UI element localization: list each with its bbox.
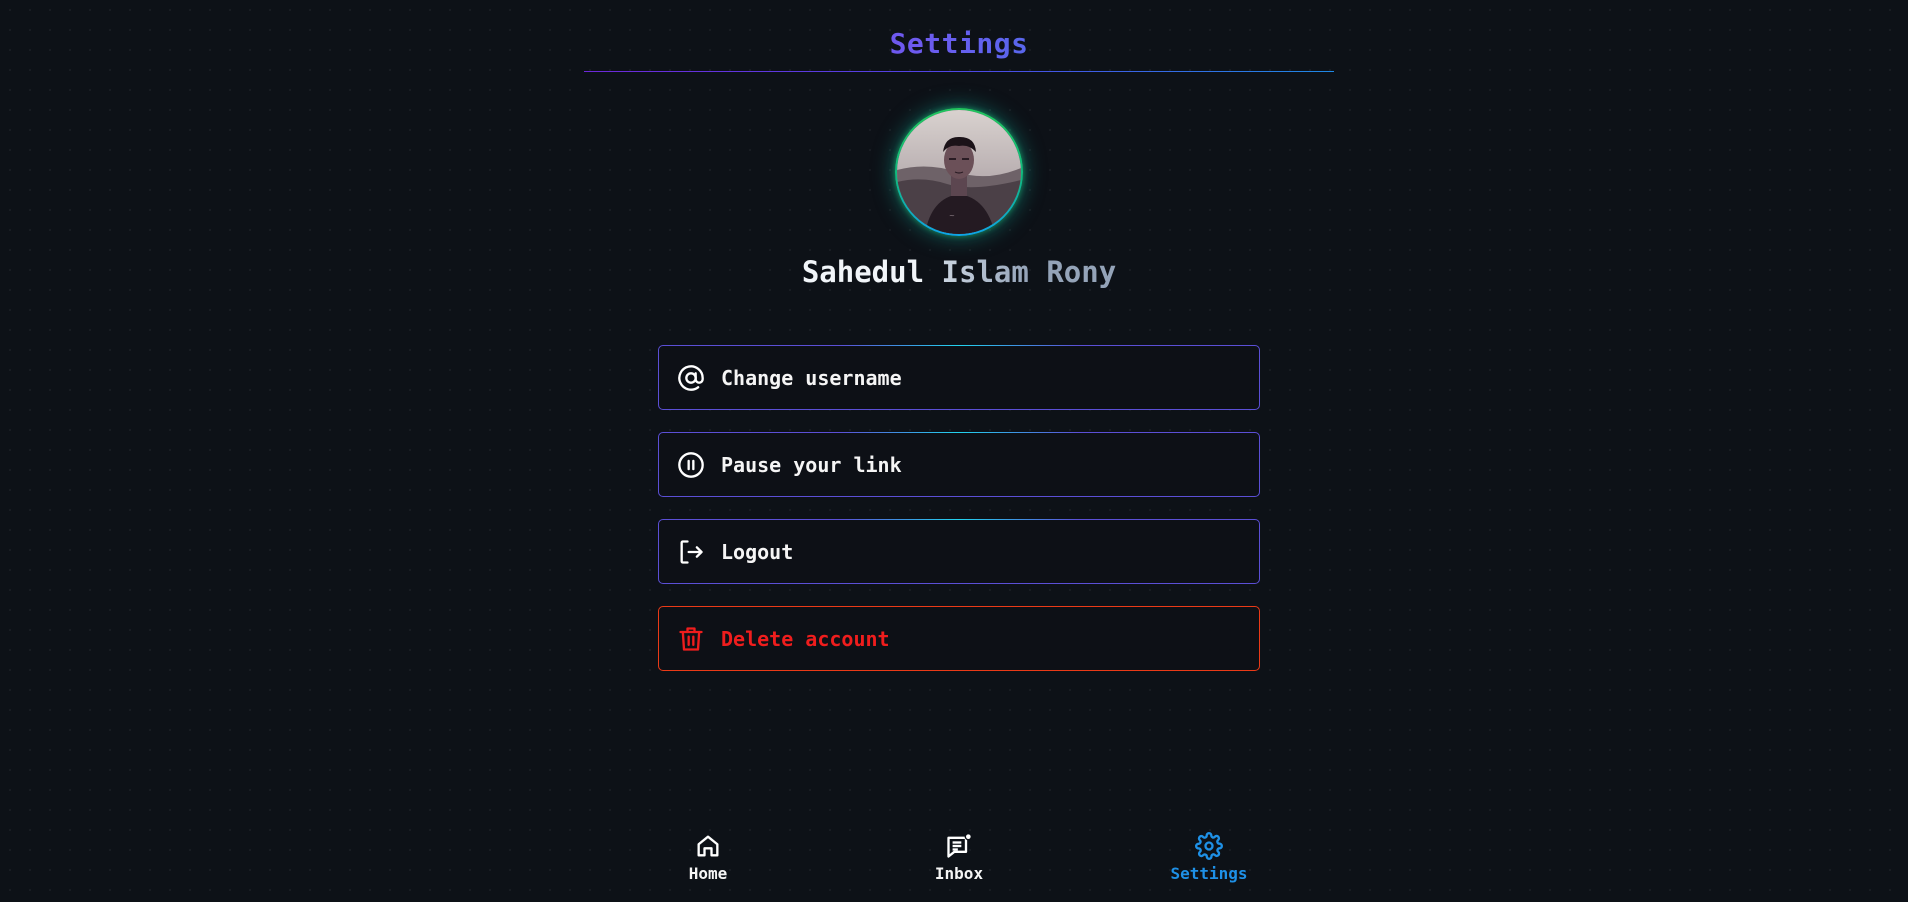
avatar[interactable]: ~ xyxy=(895,108,1023,236)
settings-menu: Change username Pause your link Logout D… xyxy=(658,344,1260,693)
profile-first-name: Sahedul xyxy=(801,255,925,289)
logout-icon xyxy=(677,538,705,566)
nav-label-home: Home xyxy=(688,864,728,883)
pause-circle-icon xyxy=(677,451,705,479)
profile-middle-name: Islam xyxy=(941,255,1029,289)
title-divider xyxy=(584,71,1334,72)
nav-item-home[interactable]: Home xyxy=(658,830,758,883)
page-title: Settings xyxy=(584,24,1334,64)
gear-icon xyxy=(1159,830,1259,862)
settings-page: Settings ~ Sahedul Islam Rony Change use… xyxy=(0,0,1908,902)
bottom-nav: Home Inbox Settings xyxy=(658,822,1260,902)
page-header: Settings xyxy=(584,24,1334,74)
pause-link-button[interactable]: Pause your link xyxy=(658,431,1260,497)
home-icon xyxy=(658,830,758,862)
delete-account-label: Delete account xyxy=(721,626,890,651)
trash-icon xyxy=(677,625,705,653)
svg-text:~: ~ xyxy=(949,212,955,220)
nav-label-inbox: Inbox xyxy=(934,864,984,883)
nav-label-settings: Settings xyxy=(1170,864,1248,883)
nav-item-inbox[interactable]: Inbox xyxy=(909,830,1009,883)
change-username-label: Change username xyxy=(721,365,902,390)
profile-name: Sahedul Islam Rony xyxy=(584,252,1334,292)
nav-item-settings[interactable]: Settings xyxy=(1159,830,1259,883)
change-username-button[interactable]: Change username xyxy=(658,344,1260,410)
logout-button[interactable]: Logout xyxy=(658,518,1260,584)
profile-last-name: Rony xyxy=(1046,255,1117,289)
at-sign-icon xyxy=(677,364,705,392)
logout-label: Logout xyxy=(721,539,794,564)
delete-account-button[interactable]: Delete account xyxy=(658,606,1260,671)
pause-link-label: Pause your link xyxy=(721,452,902,477)
avatar-photo: ~ xyxy=(897,110,1021,234)
inbox-message-icon xyxy=(909,830,1009,862)
